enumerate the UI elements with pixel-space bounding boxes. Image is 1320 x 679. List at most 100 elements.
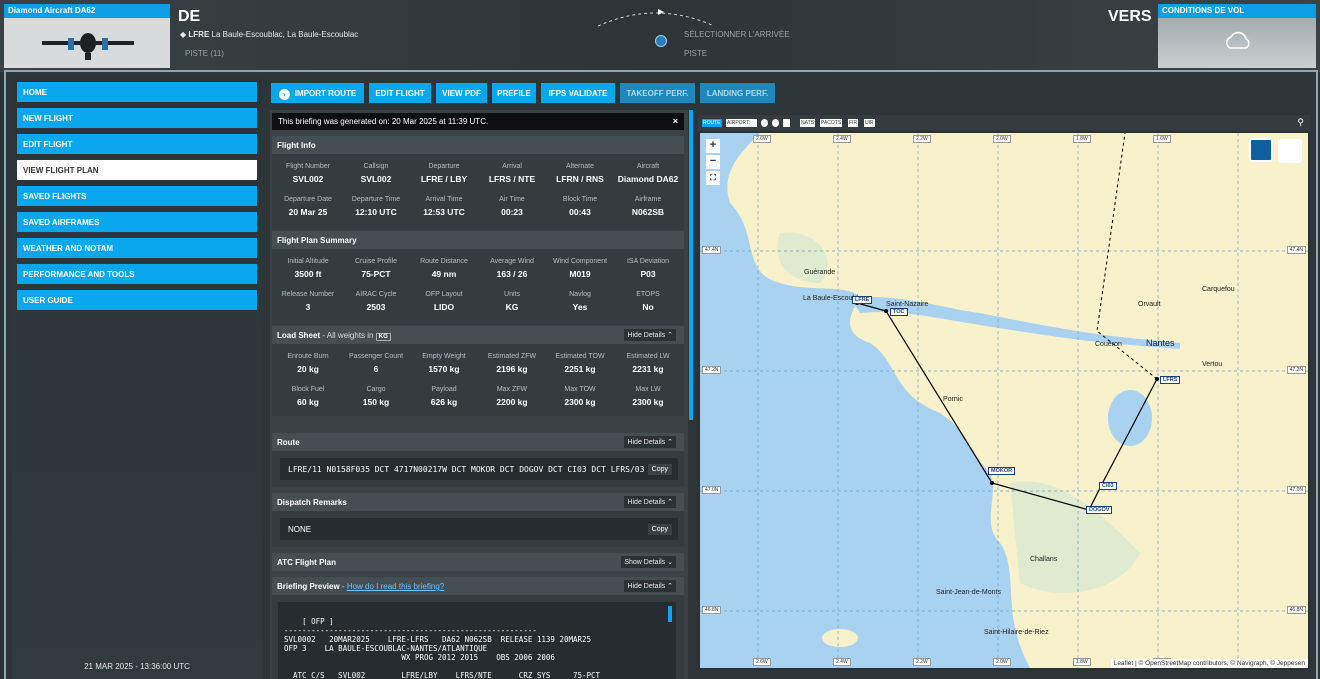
sidebar-item-saved-flights[interactable]: SAVED FLIGHTS xyxy=(17,186,257,206)
close-icon[interactable]: × xyxy=(673,116,678,126)
ofp-preview[interactable]: [ OFP ] --------------------------------… xyxy=(278,602,676,679)
lake xyxy=(1108,390,1152,446)
zoom-out-button[interactable]: − xyxy=(706,155,720,169)
load-cell: Max TOW 2300 kg xyxy=(564,386,596,407)
ifps-validate-button[interactable]: IFPS VALIDATE xyxy=(541,83,615,103)
panel-toggle-icon[interactable] xyxy=(1249,138,1273,162)
sidebar-item-edit-flight[interactable]: EDIT FLIGHT xyxy=(17,134,257,154)
map-tool-route[interactable]: ROUTE xyxy=(702,119,722,127)
latitude-label: 47.2N xyxy=(702,366,722,374)
preview-title: Briefing Preview xyxy=(277,582,340,591)
sidebar-item-view-flight-plan[interactable]: VIEW FLIGHT PLAN xyxy=(17,160,257,180)
load-cell: Max LW 2300 kg xyxy=(632,386,664,407)
info-cell: Flight Number SVL002 xyxy=(286,163,330,184)
info-cell: Callsign SVL002 xyxy=(360,163,392,184)
map-tool-uir[interactable]: UIR xyxy=(864,119,875,127)
route-string-box: LFRE/11 N0158F035 DCT 4717N00217W DCT MO… xyxy=(280,458,678,480)
sidebar-item-new-flight[interactable]: NEW FLIGHT xyxy=(17,108,257,128)
layers-icon[interactable] xyxy=(1278,139,1302,163)
map-place-label: Saint-Hilaire-de-Riez xyxy=(984,629,1049,636)
info-cell: Departure Date 20 Mar 25 xyxy=(284,196,332,217)
sidebar-item-user-guide[interactable]: USER GUIDE xyxy=(17,290,257,310)
aircraft-card[interactable]: Diamond Aircraft DA62 xyxy=(4,4,170,68)
map-canvas[interactable] xyxy=(700,133,1308,668)
dispatch-hide-button[interactable]: Hide Details ⌃ xyxy=(624,496,676,508)
summary-cell: ETOPS No xyxy=(636,291,660,312)
prefile-button[interactable]: PREFILE xyxy=(492,83,536,103)
departure-runway[interactable]: PISTE (11) xyxy=(185,49,224,58)
load-sheet-title: Load Sheet xyxy=(277,331,321,340)
preview-hide-button[interactable]: Hide Details ⌃ xyxy=(624,580,676,592)
select-arrival[interactable]: SÉLECTIONNER L'ARRIVÉE xyxy=(684,30,790,39)
preview-help-link[interactable]: How do I read this briefing? xyxy=(347,582,444,591)
to-label: VERS xyxy=(1108,8,1152,25)
map-tool-nats[interactable]: NATS xyxy=(800,119,815,127)
map-place-label: Challans xyxy=(1030,556,1058,563)
diamond-icon: ◆ xyxy=(180,30,187,39)
pencil-icon[interactable] xyxy=(783,119,790,127)
fullscreen-icon[interactable]: ⛶ xyxy=(706,171,720,185)
route-copy-button[interactable]: Copy xyxy=(647,464,672,475)
longitude-label: 2.2W xyxy=(913,658,931,666)
summary-cell: ISA Deviation P03 xyxy=(626,258,670,279)
atc-show-button[interactable]: Show Details ⌄ xyxy=(621,556,676,568)
map-tool-pacots[interactable]: PACOTS xyxy=(820,119,843,127)
waypoint-label[interactable]: MOKOR xyxy=(988,467,1016,475)
takeoff-perf-button[interactable]: TAKEOFF PERF. xyxy=(620,83,695,103)
route-map[interactable]: + − ⛶ Guérande La Baule-Escoublac Saint-Na… xyxy=(700,133,1308,668)
sidebar-item-home[interactable]: HOME xyxy=(17,82,257,102)
zoom-in-button[interactable]: + xyxy=(706,139,720,153)
map-tool-fir[interactable]: FIR xyxy=(848,119,859,127)
briefing-panel: This briefing was generated on: 20 Mar 2… xyxy=(270,110,688,679)
summary-cell: OFP Layout LIDO xyxy=(425,291,463,312)
map-place-label: Vertou xyxy=(1202,361,1223,368)
edit-flight-button[interactable]: EDIT FLIGHT xyxy=(369,83,431,103)
summary-cell: Route Distance 49 nm xyxy=(420,258,468,279)
conditions-card[interactable]: CONDITIONS DE VOL xyxy=(1158,4,1316,68)
load-cell: Estimated ZFW 2196 kg xyxy=(487,353,537,374)
briefing-scrollbar[interactable] xyxy=(689,110,693,420)
load-cell: Estimated LW 2231 kg xyxy=(626,353,670,374)
load-sheet-hide-button[interactable]: Hide Details ⌃ xyxy=(624,329,676,341)
summary-title: Flight Plan Summary xyxy=(277,236,357,245)
view-pdf-button[interactable]: VIEW PDF xyxy=(436,83,487,103)
longitude-label: 2.4W xyxy=(833,135,851,143)
sidebar-item-saved-airframes[interactable]: SAVED AIRFRAMES xyxy=(17,212,257,232)
summary-cell: Navlog Yes xyxy=(569,291,591,312)
latitude-label: 46.8N xyxy=(1286,606,1306,614)
arrival-runway[interactable]: PISTE xyxy=(684,49,707,58)
waypoint-label[interactable]: DOGOV xyxy=(1086,506,1113,514)
route-hide-button[interactable]: Hide Details ⌃ xyxy=(624,436,676,448)
target-icon[interactable] xyxy=(772,119,779,127)
cloud-icon xyxy=(1226,31,1250,49)
search-icon[interactable]: ⚲ xyxy=(1297,117,1304,128)
landing-perf-button[interactable]: LANDING PERF. xyxy=(700,83,775,103)
waypoint-label[interactable]: CI03 xyxy=(1099,482,1117,490)
utc-datetime: 21 MAR 2025 - 13:36:00 UTC xyxy=(84,662,190,671)
sidebar-item-weather-notam[interactable]: WEATHER AND NOTAM xyxy=(17,238,257,258)
departure-airport[interactable]: ◆ LFRE La Baule-Escoublac, La Baule-Esco… xyxy=(180,30,358,39)
import-route-button[interactable]: › IMPORT ROUTE xyxy=(271,83,364,103)
route-arc-graphic xyxy=(597,9,715,27)
import-route-label: IMPORT ROUTE xyxy=(294,89,357,98)
longitude-label: 1.8W xyxy=(1073,135,1091,143)
ofp-scrollbar[interactable] xyxy=(668,606,672,622)
waypoint-label[interactable]: LFRS xyxy=(1160,376,1181,384)
unit-badge: KG xyxy=(375,333,391,341)
sidebar-item-performance[interactable]: PERFORMANCE AND TOOLS xyxy=(17,264,257,284)
summary-cell: Units KG xyxy=(504,291,520,312)
waypoint-label[interactable]: LFRE xyxy=(852,296,873,304)
waypoint-label[interactable]: TOC xyxy=(890,308,908,316)
latitude-label: 47.0N xyxy=(702,486,722,494)
latitude-label: 47.4N xyxy=(1286,246,1306,254)
summary-cell: AIRAC Cycle 2503 xyxy=(355,291,397,312)
clock-icon[interactable] xyxy=(761,119,768,127)
pin-icon[interactable] xyxy=(750,119,757,127)
summary-header: Flight Plan Summary xyxy=(272,231,684,249)
map-attribution: Leaflet | © OpenStreetMap contributors, … xyxy=(1110,659,1308,668)
dispatch-copy-button[interactable]: Copy xyxy=(647,524,672,535)
summary-cell: Initial Altitude 3500 ft xyxy=(287,258,329,279)
route-body: LFRE/11 N0158F035 DCT 4717N00217W DCT MO… xyxy=(272,451,684,487)
load-sheet-subtitle: - All weights in xyxy=(322,331,374,340)
info-cell: Departure LFRE / LBY xyxy=(420,163,468,184)
